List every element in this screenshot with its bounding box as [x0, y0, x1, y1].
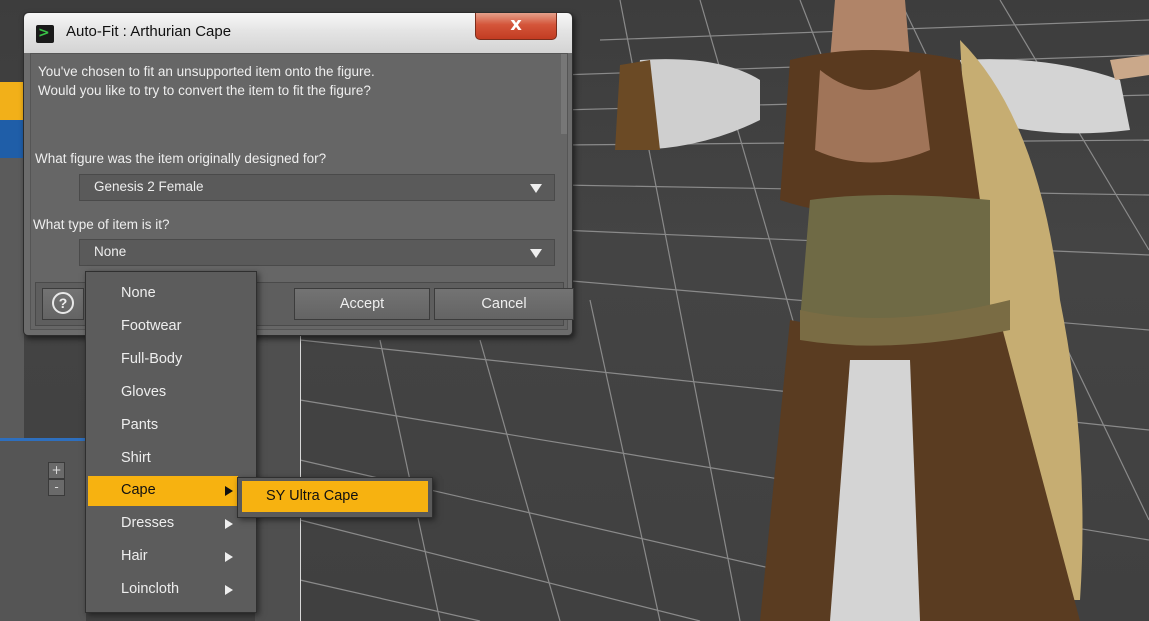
chevron-down-icon	[530, 249, 542, 258]
menu-item-cape[interactable]: Cape	[88, 476, 238, 506]
submenu-arrow-icon	[225, 585, 233, 595]
menu-item-hair[interactable]: Hair	[88, 542, 238, 572]
item-type-menu: None Footwear Full-Body Gloves Pants Shi…	[85, 271, 257, 613]
figure-select-value: Genesis 2 Female	[94, 179, 204, 194]
type-question-label: What type of item is it?	[33, 217, 170, 232]
menu-item-pants[interactable]: Pants	[88, 411, 238, 441]
message-line-2: Would you like to try to convert the ite…	[38, 83, 371, 98]
item-type-select[interactable]: None	[79, 239, 555, 266]
submenu-arrow-icon	[225, 519, 233, 529]
expand-button[interactable]: +	[48, 462, 65, 479]
app-panel-lower	[0, 441, 86, 621]
menu-item-loincloth[interactable]: Loincloth	[88, 575, 238, 605]
app-panel-lower-right	[255, 330, 300, 621]
cancel-button[interactable]: Cancel	[434, 288, 574, 320]
menu-item-dresses[interactable]: Dresses	[88, 509, 238, 539]
app-panel-accent-yellow	[0, 82, 24, 120]
submenu-item-sy-ultra-cape[interactable]: SY Ultra Cape	[242, 481, 428, 512]
item-type-select-value: None	[94, 244, 127, 259]
close-button[interactable]: x	[475, 13, 557, 40]
menu-item-footwear[interactable]: Footwear	[88, 312, 238, 342]
figure-question-label: What figure was the item originally desi…	[35, 151, 327, 166]
accept-button[interactable]: Accept	[294, 288, 430, 320]
menu-item-full-body[interactable]: Full-Body	[88, 345, 238, 375]
menu-item-gloves[interactable]: Gloves	[88, 378, 238, 408]
menu-item-none[interactable]: None	[88, 279, 238, 309]
cape-submenu: SY Ultra Cape	[237, 477, 433, 518]
app-panel-surface	[0, 158, 24, 438]
figure-select[interactable]: Genesis 2 Female	[79, 174, 555, 201]
submenu-arrow-icon	[225, 486, 233, 496]
collapse-button[interactable]: -	[48, 479, 65, 496]
chevron-down-icon	[530, 184, 542, 193]
help-icon: ?	[52, 292, 74, 314]
dialog-title: Auto-Fit : Arthurian Cape	[66, 23, 232, 40]
message-scrollbar[interactable]	[561, 54, 567, 134]
menu-item-shirt[interactable]: Shirt	[88, 444, 238, 474]
app-panel-accent-blue	[0, 120, 24, 158]
submenu-arrow-icon	[225, 552, 233, 562]
daz-app-icon: >	[36, 25, 54, 43]
message-line-1: You've chosen to fit an unsupported item…	[38, 64, 375, 79]
help-button[interactable]: ?	[42, 288, 84, 320]
dialog-titlebar[interactable]: > Auto-Fit : Arthurian Cape x	[24, 13, 572, 53]
